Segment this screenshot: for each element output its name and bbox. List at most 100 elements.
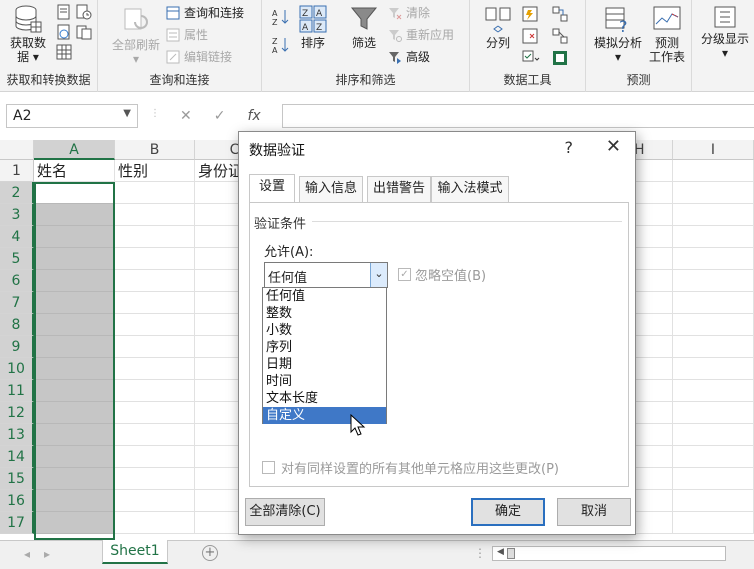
- cell[interactable]: [115, 314, 195, 336]
- cell-a12[interactable]: [34, 402, 115, 424]
- column-header-b[interactable]: B: [115, 140, 195, 160]
- allow-option[interactable]: 序列: [263, 339, 386, 356]
- reapply-button[interactable]: 重新应用: [388, 26, 454, 43]
- allow-select[interactable]: 任何值 ⌄: [264, 262, 388, 288]
- flash-fill-icon[interactable]: [522, 6, 538, 22]
- outline-button[interactable]: 分级显示 ▾: [696, 4, 754, 60]
- sheet-nav-arrows-icon[interactable]: ◂▸: [24, 547, 64, 561]
- advanced-filter-button[interactable]: 高级: [388, 48, 430, 65]
- tab-ime-mode[interactable]: 输入法模式: [431, 176, 509, 203]
- cell[interactable]: [673, 204, 754, 226]
- row-header-11[interactable]: 11: [0, 380, 34, 402]
- data-model-icon[interactable]: [552, 50, 568, 66]
- queries-connections-button[interactable]: 查询和连接: [166, 4, 244, 21]
- row-header-8[interactable]: 8: [0, 314, 34, 336]
- cell[interactable]: [673, 160, 754, 182]
- consolidate-icon[interactable]: [552, 6, 568, 22]
- allow-option[interactable]: 任何值: [263, 288, 386, 305]
- row-header-15[interactable]: 15: [0, 468, 34, 490]
- cell-a7[interactable]: [34, 292, 115, 314]
- scroll-left-icon[interactable]: ◀: [497, 547, 504, 557]
- cell[interactable]: [673, 468, 754, 490]
- cell[interactable]: [115, 402, 195, 424]
- cell[interactable]: [115, 380, 195, 402]
- properties-button[interactable]: 属性: [166, 26, 208, 43]
- cell-a4[interactable]: [34, 226, 115, 248]
- cell-a3[interactable]: [34, 204, 115, 226]
- cell-a9[interactable]: [34, 336, 115, 358]
- scroll-thumb[interactable]: [507, 548, 515, 559]
- cell[interactable]: [673, 446, 754, 468]
- select-all-corner[interactable]: [0, 140, 34, 160]
- remove-duplicates-icon[interactable]: [522, 28, 538, 44]
- apply-all-checkbox[interactable]: 对有同样设置的所有其他单元格应用这些更改(P): [262, 458, 559, 477]
- cell-a13[interactable]: [34, 424, 115, 446]
- cell[interactable]: [673, 512, 754, 534]
- cell[interactable]: [673, 270, 754, 292]
- row-header-1[interactable]: 1: [0, 160, 34, 182]
- close-icon[interactable]: ✕: [606, 136, 621, 157]
- what-if-analysis-button[interactable]: ? 模拟分析 ▾: [590, 4, 646, 64]
- splitter-icon[interactable]: ⋮: [474, 546, 486, 560]
- allow-option[interactable]: 日期: [263, 356, 386, 373]
- cell[interactable]: [673, 314, 754, 336]
- column-header-a[interactable]: A: [34, 140, 115, 160]
- cell[interactable]: [115, 292, 195, 314]
- relationships-icon[interactable]: [552, 28, 568, 44]
- from-table-icon[interactable]: [56, 44, 72, 60]
- sort-button[interactable]: ZA AZ 排序: [296, 4, 330, 50]
- ok-button[interactable]: 确定: [471, 498, 545, 526]
- cell-a15[interactable]: [34, 468, 115, 490]
- existing-connections-icon[interactable]: [76, 24, 92, 40]
- formula-input[interactable]: [282, 104, 754, 128]
- cell-a1[interactable]: 姓名: [34, 160, 115, 182]
- chevron-down-icon[interactable]: ▼: [123, 108, 131, 119]
- from-web-icon[interactable]: [56, 24, 72, 40]
- cell[interactable]: [673, 490, 754, 512]
- row-header-3[interactable]: 3: [0, 204, 34, 226]
- cancel-entry-icon[interactable]: ✕: [180, 108, 192, 124]
- tab-input-message[interactable]: 输入信息: [299, 176, 363, 203]
- name-box[interactable]: A2 ▼: [6, 104, 138, 128]
- cell[interactable]: [115, 468, 195, 490]
- row-header-5[interactable]: 5: [0, 248, 34, 270]
- help-icon[interactable]: ?: [565, 138, 574, 157]
- cell-a11[interactable]: [34, 380, 115, 402]
- row-header-9[interactable]: 9: [0, 336, 34, 358]
- cell[interactable]: [115, 248, 195, 270]
- cell[interactable]: [115, 182, 195, 204]
- cell[interactable]: [115, 270, 195, 292]
- forecast-sheet-button[interactable]: 预测 工作表: [646, 4, 688, 64]
- row-header-13[interactable]: 13: [0, 424, 34, 446]
- cell[interactable]: [673, 182, 754, 204]
- cell[interactable]: [673, 380, 754, 402]
- cell[interactable]: [115, 424, 195, 446]
- sort-za-icon[interactable]: ZA: [272, 36, 292, 54]
- cell-a14[interactable]: [34, 446, 115, 468]
- from-text-icon[interactable]: [56, 4, 72, 20]
- cell-a17[interactable]: [34, 512, 115, 534]
- text-to-columns-button[interactable]: 分列: [480, 4, 516, 50]
- cell-a8[interactable]: [34, 314, 115, 336]
- cell-a6[interactable]: [34, 270, 115, 292]
- cancel-button[interactable]: 取消: [557, 498, 631, 526]
- cell-b1[interactable]: 性别: [115, 160, 195, 182]
- chevron-down-icon[interactable]: ⌄: [370, 263, 387, 287]
- cell-a5[interactable]: [34, 248, 115, 270]
- filter-button[interactable]: 筛选: [344, 4, 384, 50]
- cell[interactable]: [673, 292, 754, 314]
- cell[interactable]: [115, 204, 195, 226]
- cell-a16[interactable]: [34, 490, 115, 512]
- tab-error-alert[interactable]: 出错警告: [367, 176, 431, 203]
- cell[interactable]: [115, 490, 195, 512]
- cell[interactable]: [673, 336, 754, 358]
- cell[interactable]: [115, 358, 195, 380]
- row-header-12[interactable]: 12: [0, 402, 34, 424]
- row-header-14[interactable]: 14: [0, 446, 34, 468]
- row-header-6[interactable]: 6: [0, 270, 34, 292]
- clear-all-button[interactable]: 全部清除(C): [245, 498, 325, 526]
- data-validation-icon[interactable]: [522, 50, 542, 66]
- cell[interactable]: [115, 512, 195, 534]
- row-header-4[interactable]: 4: [0, 226, 34, 248]
- confirm-entry-icon[interactable]: ✓: [214, 108, 226, 124]
